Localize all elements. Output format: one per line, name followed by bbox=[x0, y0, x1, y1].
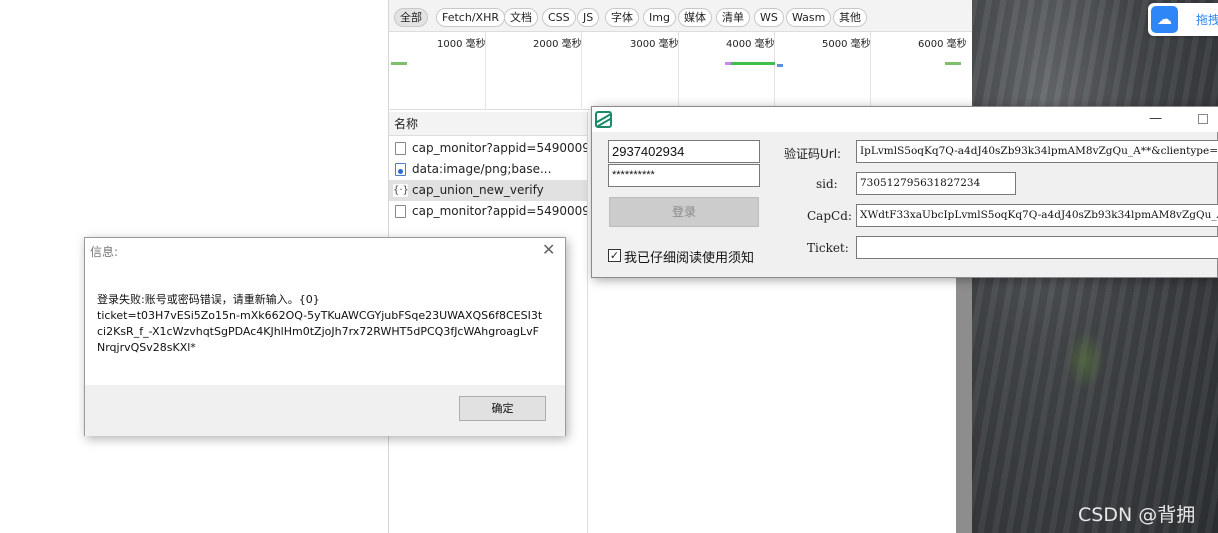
capcd-field[interactable]: XWdtF33xaUbcIpLvmlS5oqKq7Q-a4dJ40sZb93k3… bbox=[856, 204, 1218, 227]
filter-ws[interactable]: WS bbox=[754, 8, 784, 27]
dialog-footer: 确定 bbox=[85, 385, 565, 436]
name-column-header[interactable]: 名称 bbox=[389, 112, 587, 136]
dialog-title: 信息: bbox=[90, 245, 119, 259]
filter-all[interactable]: 全部 bbox=[394, 8, 428, 27]
sid-field[interactable]: 730512795631827234 bbox=[856, 172, 1016, 195]
filter-css[interactable]: CSS bbox=[542, 8, 576, 27]
request-name: cap_monitor?appid=54900091... bbox=[412, 204, 587, 218]
info-dialog: 信息: ✕ 登录失败:账号或密码错误，请重新输入。{0} ticket=t03H… bbox=[84, 237, 566, 436]
badge-label: 拖拽 bbox=[1196, 13, 1218, 27]
request-name: cap_union_new_verify bbox=[412, 183, 544, 197]
timeline-tick: 1000 毫秒 bbox=[437, 39, 486, 50]
timeline-tick: 3000 毫秒 bbox=[630, 39, 679, 50]
timeline-bar bbox=[391, 62, 407, 65]
filter-img[interactable]: Img bbox=[643, 8, 676, 27]
agree-label: 我已仔细阅读使用须知 bbox=[624, 251, 755, 266]
timeline-tick: 2000 毫秒 bbox=[533, 39, 582, 50]
timeline-bar bbox=[945, 62, 961, 65]
captcha-url-field[interactable]: IpLvmlS5oqKq7Q-a4dJ40sZb93k34lpmAM8vZgQu… bbox=[856, 140, 1218, 163]
window-edge-strip bbox=[956, 272, 972, 533]
timeline-bar bbox=[731, 62, 775, 65]
ticket-field[interactable] bbox=[856, 236, 1218, 259]
sid-label: sid: bbox=[816, 177, 838, 191]
photo-moss-patch bbox=[1065, 330, 1105, 390]
network-timeline-overview[interactable]: 1000 毫秒 2000 毫秒 3000 毫秒 4000 毫秒 5000 毫秒 … bbox=[389, 32, 973, 110]
watermark: CSDN @背拥 bbox=[1078, 504, 1196, 526]
filter-fetch-xhr[interactable]: Fetch/XHR bbox=[436, 8, 505, 27]
agree-checkbox[interactable]: ✓ bbox=[608, 249, 621, 262]
document-icon bbox=[395, 205, 406, 218]
request-list: cap_monitor?appid=54900091... data:image… bbox=[389, 138, 587, 222]
filter-bar: 全部 Fetch/XHR 文档 CSS JS 字体 Img 媒体 清单 WS W… bbox=[389, 0, 973, 32]
timeline-tick: 6000 毫秒 bbox=[918, 39, 967, 50]
app-logo-icon bbox=[595, 111, 612, 128]
ticket-label: Ticket: bbox=[807, 241, 849, 255]
dialog-message: 登录失败:账号或密码错误，请重新输入。{0} ticket=t03H7vESi5… bbox=[97, 293, 543, 354]
filter-other[interactable]: 其他 bbox=[833, 8, 867, 27]
capcd-label: CapCd: bbox=[807, 209, 852, 223]
xhr-icon: {·} bbox=[393, 184, 409, 197]
timeline-bar bbox=[777, 64, 783, 67]
login-app-window: — 2937402934 ********** 登录 ✓ 我已仔细阅读使用须知 … bbox=[591, 106, 1218, 278]
timeline-tick: 5000 毫秒 bbox=[822, 39, 871, 50]
document-icon bbox=[395, 142, 406, 155]
filter-js[interactable]: JS bbox=[577, 8, 600, 27]
filter-document[interactable]: 文档 bbox=[504, 8, 538, 27]
request-row-selected[interactable]: {·} cap_union_new_verify bbox=[389, 180, 587, 201]
password-input[interactable]: ********** bbox=[608, 164, 760, 187]
minimize-icon[interactable]: — bbox=[1149, 111, 1162, 126]
image-icon bbox=[395, 163, 406, 176]
baidu-netdisk-badge[interactable]: ☁ 拖拽 bbox=[1148, 3, 1218, 36]
maximize-icon[interactable] bbox=[1198, 114, 1208, 124]
request-name: data:image/png;base... bbox=[412, 162, 552, 176]
request-row[interactable]: data:image/png;base... bbox=[389, 159, 587, 180]
timeline-tick: 4000 毫秒 bbox=[726, 39, 775, 50]
account-input[interactable]: 2937402934 bbox=[608, 140, 760, 163]
captcha-url-label: 验证码Url: bbox=[784, 147, 842, 161]
column-divider bbox=[587, 112, 588, 533]
filter-font[interactable]: 字体 bbox=[605, 8, 639, 27]
filter-wasm[interactable]: Wasm bbox=[786, 8, 832, 27]
close-icon[interactable]: ✕ bbox=[542, 240, 555, 259]
request-row[interactable]: cap_monitor?appid=54900091... bbox=[389, 138, 587, 159]
ok-button[interactable]: 确定 bbox=[459, 396, 546, 421]
cloud-icon: ☁ bbox=[1151, 6, 1178, 33]
filter-media[interactable]: 媒体 bbox=[678, 8, 712, 27]
login-button[interactable]: 登录 bbox=[609, 197, 759, 227]
request-name: cap_monitor?appid=54900091... bbox=[412, 141, 587, 155]
filter-manifest[interactable]: 清单 bbox=[716, 8, 750, 27]
request-row[interactable]: cap_monitor?appid=54900091... bbox=[389, 201, 587, 222]
window-titlebar[interactable]: — bbox=[592, 107, 1218, 132]
